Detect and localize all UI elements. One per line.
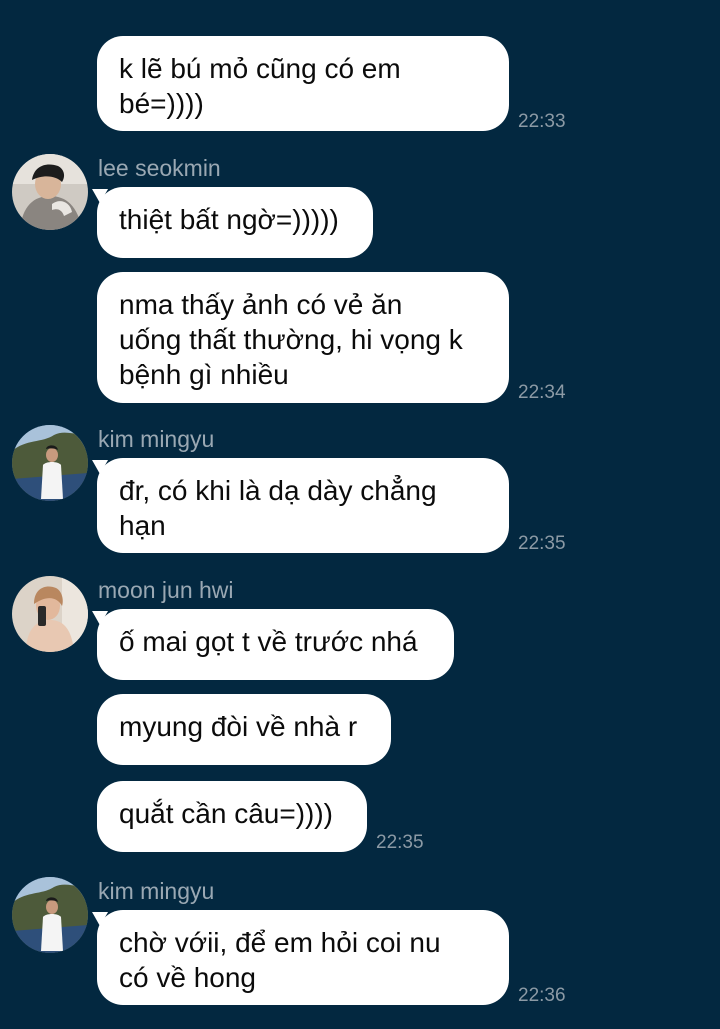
- message-text-line: bệnh gì nhiều: [119, 359, 289, 390]
- message-text-line: có về hong: [119, 962, 256, 993]
- message-bubble[interactable]: myung đòi về nhà r: [97, 694, 391, 765]
- message-timestamp: 22:33: [518, 111, 566, 132]
- lee-seokmin-avatar[interactable]: [12, 154, 88, 230]
- message-text-line: nma thấy ảnh có vẻ ăn: [119, 289, 403, 320]
- message-text-line: thiệt bất ngờ=))))): [119, 204, 339, 235]
- message-text-line: ố mai gọt t về trước nhá: [119, 626, 418, 657]
- message-bubble[interactable]: chờ vớii, để em hỏi coi nu có về hong: [83, 910, 509, 1005]
- sender-name: kim mingyu: [98, 426, 215, 452]
- message-text-line: hạn: [119, 510, 166, 541]
- message-text-line: đr, có khi là dạ dày chẳng: [119, 475, 437, 506]
- message-timestamp: 22:34: [518, 382, 566, 403]
- message-text-line: k lẽ bú mỏ cũng có em: [119, 53, 401, 84]
- avatar-photo: [12, 154, 88, 230]
- message-bubble[interactable]: đr, có khi là dạ dày chẳng hạn: [83, 458, 509, 553]
- message-bubble[interactable]: k lẽ bú mỏ cũng có em bé=)))): [97, 36, 509, 131]
- sender-name: kim mingyu: [98, 878, 215, 904]
- message-text-line: chờ vớii, để em hỏi coi nu: [119, 927, 441, 958]
- message-timestamp: 22:35: [518, 533, 566, 554]
- message-timestamp: 22:36: [518, 985, 566, 1006]
- message-text-line: uống thất thường, hi vọng k: [119, 324, 463, 355]
- message-bubble[interactable]: nma thấy ảnh có vẻ ăn uống thất thường, …: [97, 272, 509, 403]
- sender-name: lee seokmin: [98, 155, 221, 181]
- message-text-line: quắt cần câu=)))): [119, 798, 333, 829]
- avatar-photo: [12, 576, 88, 652]
- avatar-photo: [12, 425, 88, 501]
- kim-mingyu-avatar[interactable]: [12, 425, 88, 501]
- message-timestamp: 22:35: [376, 832, 424, 853]
- avatar-photo: [12, 877, 88, 953]
- message-bubble[interactable]: ố mai gọt t về trước nhá: [83, 609, 454, 680]
- message-text-line: myung đòi về nhà r: [119, 711, 358, 742]
- kim-mingyu-avatar[interactable]: [12, 877, 88, 953]
- moon-jun-hwi-avatar[interactable]: [12, 576, 88, 652]
- message-bubble[interactable]: thiệt bất ngờ=))))): [83, 187, 373, 258]
- sender-name: moon jun hwi: [98, 577, 234, 603]
- message-text-line: bé=)))): [119, 88, 204, 119]
- chat-thread: k lẽ bú mỏ cũng có em bé=)))) 22:33 lee …: [0, 0, 720, 1029]
- message-bubble[interactable]: quắt cần câu=)))): [97, 781, 367, 852]
